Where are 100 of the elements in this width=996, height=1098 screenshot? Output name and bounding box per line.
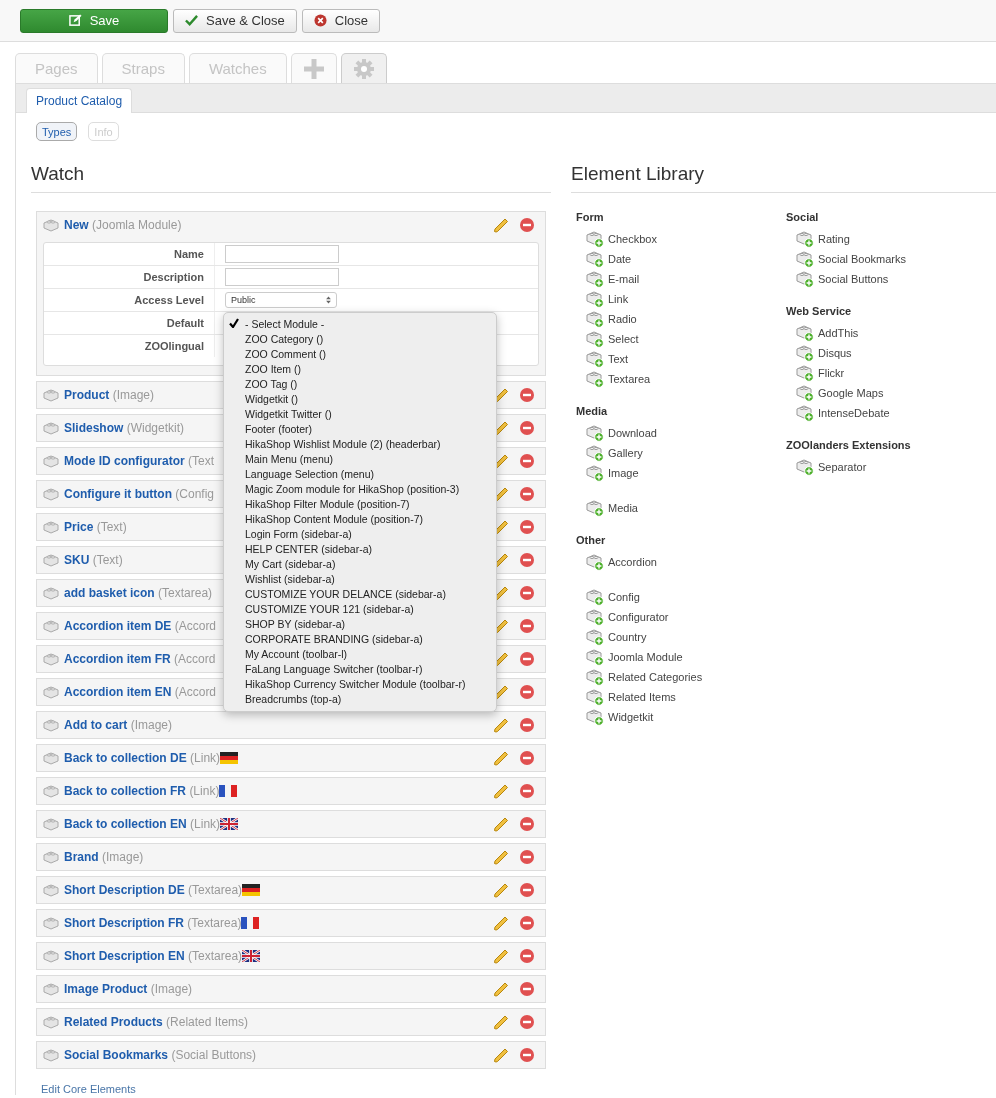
remove-icon[interactable] xyxy=(519,453,535,469)
element-title[interactable]: Accordion item FR (Accord xyxy=(64,652,216,666)
edit-icon[interactable] xyxy=(493,217,509,233)
edit-icon[interactable] xyxy=(493,981,509,997)
remove-icon[interactable] xyxy=(519,486,535,502)
remove-icon[interactable] xyxy=(519,783,535,799)
remove-icon[interactable] xyxy=(519,618,535,634)
edit-icon[interactable] xyxy=(493,849,509,865)
element-title[interactable]: Accordion item EN (Accord xyxy=(64,685,217,699)
element-title[interactable]: Back to collection FR (Link) xyxy=(64,784,220,798)
add-brick-icon[interactable] xyxy=(586,230,604,248)
menu-item[interactable]: FaLang Language Switcher (toolbar-r) xyxy=(245,662,423,675)
menu-item[interactable]: HikaShop Wishlist Module (2) (headerbar) xyxy=(245,437,441,450)
add-brick-icon[interactable] xyxy=(796,364,814,382)
add-brick-icon[interactable] xyxy=(586,708,604,726)
library-item[interactable]: Google Maps xyxy=(818,387,884,399)
remove-icon[interactable] xyxy=(519,816,535,832)
add-brick-icon[interactable] xyxy=(586,444,604,462)
add-brick-icon[interactable] xyxy=(796,384,814,402)
library-item[interactable]: Textarea xyxy=(608,373,651,385)
library-item[interactable]: E-mail xyxy=(608,273,640,285)
library-item[interactable]: Link xyxy=(608,293,629,305)
save-button[interactable]: Save xyxy=(20,8,168,33)
menu-item[interactable]: ZOO Comment () xyxy=(245,347,327,360)
library-item[interactable]: Separator xyxy=(818,461,867,473)
select-field[interactable]: Public xyxy=(225,292,337,308)
add-brick-icon[interactable] xyxy=(796,230,814,248)
library-item[interactable]: Download xyxy=(608,427,657,439)
element-title[interactable]: Short Description DE (Textarea) xyxy=(64,883,243,897)
menu-item[interactable]: ZOO Category () xyxy=(245,332,324,345)
menu-item[interactable]: My Cart (sidebar-a) xyxy=(245,557,336,570)
menu-item[interactable]: Breadcrumbs (top-a) xyxy=(245,692,342,705)
input-field[interactable] xyxy=(225,245,339,263)
library-item[interactable]: Select xyxy=(608,333,639,345)
add-brick-icon[interactable] xyxy=(796,324,814,342)
remove-icon[interactable] xyxy=(519,717,535,733)
edit-icon[interactable] xyxy=(493,783,509,799)
edit-core-elements-link[interactable]: Edit Core Elements xyxy=(41,1083,551,1095)
add-brick-icon[interactable] xyxy=(586,310,604,328)
add-brick-icon[interactable] xyxy=(586,350,604,368)
remove-icon[interactable] xyxy=(519,651,535,667)
edit-icon[interactable] xyxy=(493,1014,509,1030)
add-brick-icon[interactable] xyxy=(586,250,604,268)
menu-item[interactable]: Widgetkit Twitter () xyxy=(245,407,332,420)
add-brick-icon[interactable] xyxy=(586,499,604,517)
remove-icon[interactable] xyxy=(519,750,535,766)
add-brick-icon[interactable] xyxy=(796,250,814,268)
element-title[interactable]: Add to cart (Image) xyxy=(64,718,173,732)
remove-icon[interactable] xyxy=(519,585,535,601)
menu-item[interactable]: HikaShop Currency Switcher Module (toolbar-r) xyxy=(245,677,466,690)
library-item[interactable]: Rating xyxy=(818,233,850,245)
element-title[interactable]: Slideshow (Widgetkit) xyxy=(64,421,185,435)
edit-icon[interactable] xyxy=(493,816,509,832)
library-item[interactable]: Checkbox xyxy=(608,233,657,245)
add-brick-icon[interactable] xyxy=(796,458,814,476)
element-title[interactable]: Product (Image) xyxy=(64,388,155,402)
menu-item[interactable]: Widgetkit () xyxy=(245,392,299,405)
save-close-button[interactable]: Save & Close xyxy=(173,8,297,33)
add-brick-icon[interactable] xyxy=(586,290,604,308)
element-title[interactable]: Image Product (Image) xyxy=(64,982,193,996)
menu-item[interactable]: SHOP BY (sidebar-a) xyxy=(245,617,345,630)
library-item[interactable]: Date xyxy=(608,253,632,265)
add-brick-icon[interactable] xyxy=(586,608,604,626)
menu-item[interactable]: HikaShop Content Module (position-7) xyxy=(245,512,423,525)
menu-item[interactable]: CORPORATE BRANDING (sidebar-a) xyxy=(245,632,423,645)
library-item[interactable]: Gallery xyxy=(608,447,643,459)
library-item[interactable]: Text xyxy=(608,353,629,365)
element-title[interactable]: New (Joomla Module) xyxy=(64,218,182,232)
menu-item[interactable]: HELP CENTER (sidebar-a) xyxy=(245,542,372,555)
menu-item[interactable]: ZOO Item () xyxy=(245,362,301,375)
input-field[interactable] xyxy=(225,268,339,286)
menu-item[interactable]: Language Selection (menu) xyxy=(245,467,374,480)
remove-icon[interactable] xyxy=(519,387,535,403)
close-button[interactable]: Close xyxy=(301,8,380,33)
add-brick-icon[interactable] xyxy=(586,330,604,348)
remove-icon[interactable] xyxy=(519,420,535,436)
library-item[interactable]: Related Items xyxy=(608,691,676,703)
remove-icon[interactable] xyxy=(519,882,535,898)
library-item[interactable]: Image xyxy=(608,467,639,479)
edit-icon[interactable] xyxy=(493,717,509,733)
menu-item[interactable]: My Account (toolbar-l) xyxy=(245,647,348,660)
element-title[interactable]: Configure it button (Config xyxy=(64,487,214,501)
remove-icon[interactable] xyxy=(519,684,535,700)
element-title[interactable]: Back to collection EN (Link) xyxy=(64,817,221,831)
add-brick-icon[interactable] xyxy=(586,628,604,646)
element-title[interactable]: Brand (Image) xyxy=(64,850,144,864)
library-item[interactable]: Widgetkit xyxy=(608,711,654,723)
library-item[interactable]: Accordion xyxy=(608,556,657,568)
library-item[interactable]: Radio xyxy=(608,313,637,325)
element-title[interactable]: Short Description FR (Textarea) xyxy=(64,916,242,930)
add-tab[interactable] xyxy=(290,53,337,83)
element-title[interactable]: Short Description EN (Textarea) xyxy=(64,949,243,963)
library-item[interactable]: Flickr xyxy=(818,367,845,379)
menu-item[interactable]: Magic Zoom module for HikaShop (position-3) xyxy=(245,482,460,495)
add-brick-icon[interactable] xyxy=(586,648,604,666)
add-brick-icon[interactable] xyxy=(586,370,604,388)
library-item[interactable]: Joomla Module xyxy=(608,651,683,663)
library-item[interactable]: Social Buttons xyxy=(818,273,889,285)
add-brick-icon[interactable] xyxy=(586,424,604,442)
menu-item[interactable]: HikaShop Filter Module (position-7) xyxy=(245,497,410,510)
